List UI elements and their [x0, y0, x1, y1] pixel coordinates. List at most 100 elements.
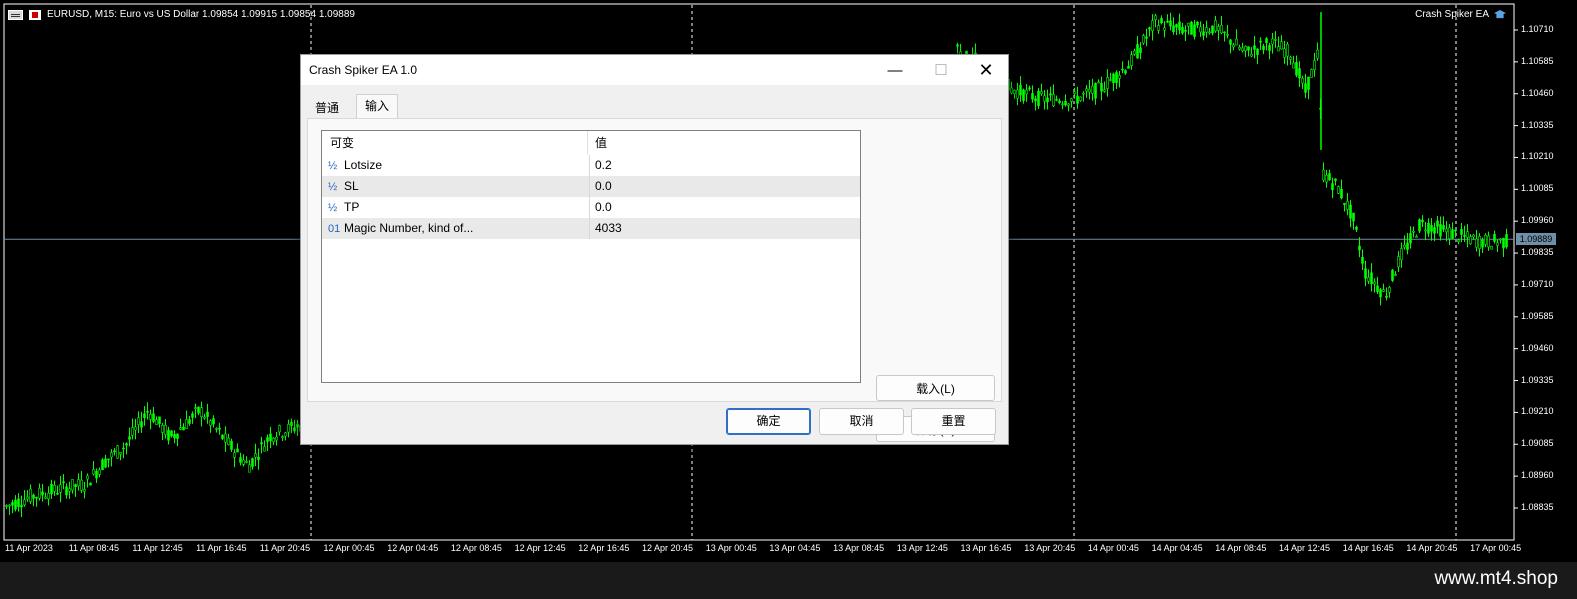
- candle-body: [1211, 25, 1214, 34]
- candle-body: [1148, 27, 1151, 30]
- candle-body: [1064, 100, 1067, 106]
- close-icon: ✕: [978, 59, 994, 80]
- candle-body: [50, 483, 53, 495]
- candle-body: [200, 407, 203, 417]
- candle-body: [1259, 40, 1262, 43]
- candle-body: [224, 433, 227, 443]
- candle-body: [1019, 84, 1022, 96]
- price-tick-label: 1.10335: [1521, 119, 1554, 130]
- tab-inputs[interactable]: 输入: [356, 94, 399, 119]
- double-type-icon: ½: [328, 181, 338, 193]
- candle-body: [1178, 21, 1181, 31]
- candle-body: [89, 482, 92, 486]
- ok-button[interactable]: 确定: [726, 408, 811, 435]
- candle-body: [1289, 56, 1292, 60]
- minimize-button[interactable]: —: [872, 55, 918, 85]
- candle-body: [1265, 38, 1268, 44]
- param-value[interactable]: 0.0: [595, 197, 612, 218]
- column-header-variable[interactable]: 可变: [322, 131, 588, 155]
- table-row[interactable]: ½ TP 0.0: [322, 197, 860, 218]
- candle-body: [1490, 245, 1493, 250]
- candle-body: [1499, 238, 1502, 241]
- candle-body: [1199, 26, 1202, 33]
- time-tick-label: 11 Apr 16:45: [196, 543, 247, 553]
- candle-body: [1358, 245, 1361, 251]
- candle-body: [131, 427, 134, 436]
- candle-body: [1394, 274, 1397, 276]
- candle-body: [194, 407, 197, 409]
- candle-body: [284, 432, 287, 437]
- maximize-icon: ☐: [934, 62, 948, 79]
- candle-body: [1247, 46, 1250, 51]
- time-tick-label: 13 Apr 20:45: [1024, 543, 1076, 553]
- candle-body: [1415, 236, 1418, 238]
- reset-button[interactable]: 重置: [911, 408, 996, 435]
- price-axis[interactable]: 1.10710 1.10585 1.10460 1.10335 1.10210 1.100…: [1514, 0, 1577, 540]
- price-tick-label: 1.10210: [1521, 151, 1554, 162]
- candle-body: [293, 427, 296, 432]
- double-type-icon: ½: [328, 160, 338, 172]
- param-value[interactable]: 0.2: [595, 155, 612, 176]
- expert-advisor-label[interactable]: Crash Spiker EA: [1415, 9, 1506, 20]
- chart-symbol-info: EURUSD, M15: Euro vs US Dollar 1.09854 1…: [47, 9, 355, 20]
- candle-body: [95, 470, 98, 479]
- param-value[interactable]: 4033: [595, 218, 622, 239]
- candle-body: [1352, 212, 1355, 222]
- candle-body: [215, 428, 218, 430]
- table-row[interactable]: 01 Magic Number, kind of... 4033: [322, 218, 860, 239]
- close-button[interactable]: ✕: [963, 55, 1009, 85]
- load-button[interactable]: 载入(L): [876, 375, 995, 401]
- table-row[interactable]: ½ SL 0.0: [322, 176, 860, 197]
- candle-body: [1412, 230, 1415, 233]
- candle-body: [1109, 79, 1112, 81]
- parameters-table[interactable]: 可变 值 ½ Lotsize 0.2 ½ SL 0.0 ½ TP 0.0 01 Magi…: [321, 130, 861, 383]
- tab-general[interactable]: 普通: [307, 97, 347, 119]
- price-tick-label: 1.09460: [1521, 342, 1554, 353]
- time-tick-label: 14 Apr 20:45: [1406, 543, 1458, 553]
- time-tick-label: 13 Apr 12:45: [896, 543, 948, 553]
- candle-body: [1484, 234, 1487, 245]
- candle-body: [272, 437, 275, 443]
- candle-body: [1310, 69, 1313, 78]
- candle-body: [149, 414, 152, 420]
- cancel-button[interactable]: 取消: [819, 408, 904, 435]
- candle-body: [1442, 225, 1445, 230]
- candle-body: [1478, 235, 1481, 249]
- candle-body: [209, 420, 212, 426]
- candle-body: [275, 436, 278, 441]
- candle-body: [1334, 178, 1337, 181]
- candle-body: [1121, 68, 1124, 71]
- param-name: Magic Number, kind of...: [344, 221, 474, 235]
- candle-body: [257, 456, 260, 460]
- minimize-icon: —: [887, 61, 903, 79]
- footer-bar: www.mt4.shop: [0, 562, 1577, 599]
- ea-name: Crash Spiker EA: [1415, 9, 1489, 20]
- price-tick-label: 1.10585: [1521, 55, 1554, 66]
- candle-body: [1277, 46, 1280, 52]
- time-axis[interactable]: 11 Apr 2023 11 Apr 08:45 11 Apr 12:45 11 Ap…: [0, 541, 1521, 561]
- price-tick-label: 1.09210: [1521, 406, 1554, 417]
- candle-body: [1046, 97, 1049, 103]
- table-row[interactable]: ½ Lotsize 0.2: [322, 155, 860, 176]
- candle-body: [1208, 31, 1211, 34]
- candle-body: [236, 448, 239, 453]
- candle-body: [1487, 235, 1490, 248]
- candle-body: [206, 411, 209, 417]
- column-header-value[interactable]: 值: [589, 131, 859, 155]
- chart-menu-icon[interactable]: [8, 9, 23, 20]
- candle-body: [176, 433, 179, 439]
- candle-body: [1385, 295, 1388, 298]
- candle-body: [1400, 248, 1403, 261]
- price-tick-label: 1.09335: [1521, 374, 1554, 385]
- param-value[interactable]: 0.0: [595, 176, 612, 197]
- candle-body: [1073, 91, 1076, 94]
- candle-body: [1367, 277, 1370, 282]
- candle-body: [1082, 92, 1085, 95]
- candle-body: [1193, 24, 1196, 37]
- candle-body: [1085, 88, 1088, 92]
- candle-body: [221, 434, 224, 439]
- candle-body: [1445, 228, 1448, 233]
- dialog-titlebar[interactable]: Crash Spiker EA 1.0 — ☐ ✕: [301, 55, 1008, 85]
- graduation-cap-icon: [1494, 10, 1506, 19]
- time-tick-label: 11 Apr 20:45: [259, 543, 311, 553]
